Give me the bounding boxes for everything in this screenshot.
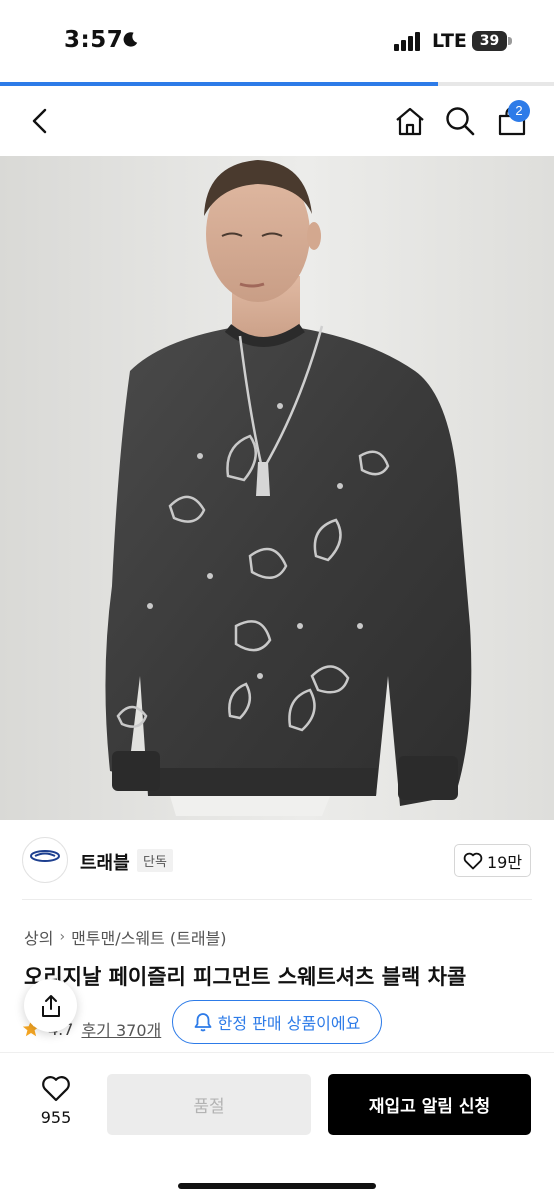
status-time: 3:57 <box>64 27 124 53</box>
battery-icon: 39 <box>472 31 512 51</box>
product-image[interactable] <box>0 156 554 820</box>
review-count-link[interactable]: 후기 370개 <box>81 1017 161 1041</box>
brand-logo-mark <box>30 850 60 862</box>
chevron-left-icon <box>32 108 47 134</box>
back-button[interactable] <box>20 101 60 141</box>
search-icon <box>446 107 475 136</box>
product-title: 오리지날 페이즐리 피그먼트 스웨트셔츠 블랙 차콜 <box>24 965 467 989</box>
divider <box>22 899 532 900</box>
search-button[interactable] <box>440 101 480 141</box>
network-type: LTE <box>432 30 467 52</box>
product-photo-illustration <box>0 156 554 820</box>
cellular-signal-icon <box>394 32 420 51</box>
nav-header <box>0 86 554 156</box>
exclusive-badge: 단독 <box>137 849 173 872</box>
brand-row: 트래블 단독 19만 <box>0 830 554 890</box>
soldout-button: 품절 <box>107 1074 311 1135</box>
status-bar: 3:57 LTE 39 <box>0 0 554 84</box>
breadcrumb-category[interactable]: 상의 <box>24 925 53 949</box>
brand-name[interactable]: 트래블 <box>80 849 130 875</box>
cart-count-badge: 2 <box>508 100 530 122</box>
bottom-action-bar: 955 품절 재입고 알림 신청 <box>0 1052 554 1200</box>
chevron-right-icon: › <box>59 929 66 945</box>
restock-alert-button[interactable]: 재입고 알림 신청 <box>328 1074 531 1135</box>
wishlist-count: 955 <box>40 1108 72 1127</box>
heart-icon <box>463 852 483 869</box>
brand-like-button[interactable]: 19만 <box>454 844 531 877</box>
battery-level: 39 <box>479 33 500 49</box>
home-indicator <box>178 1183 376 1189</box>
home-icon <box>396 107 424 136</box>
limited-sale-notice[interactable]: 한정 판매 상품이에요 <box>172 1000 382 1044</box>
home-button[interactable] <box>390 101 430 141</box>
heart-icon <box>42 1076 70 1102</box>
share-button[interactable] <box>24 979 77 1032</box>
wishlist-button[interactable]: 955 <box>30 1075 82 1141</box>
bell-icon <box>194 1013 212 1032</box>
brand-logo[interactable] <box>22 837 68 883</box>
moon-icon <box>123 32 138 47</box>
breadcrumb: 상의 › 맨투맨/스웨트 (트래블) <box>24 925 227 949</box>
breadcrumb-subcategory[interactable]: 맨투맨/스웨트 (트래블) <box>71 925 226 949</box>
share-icon <box>41 994 60 1017</box>
brand-like-count: 19만 <box>486 852 523 872</box>
limited-sale-label: 한정 판매 상품이에요 <box>217 1014 361 1033</box>
